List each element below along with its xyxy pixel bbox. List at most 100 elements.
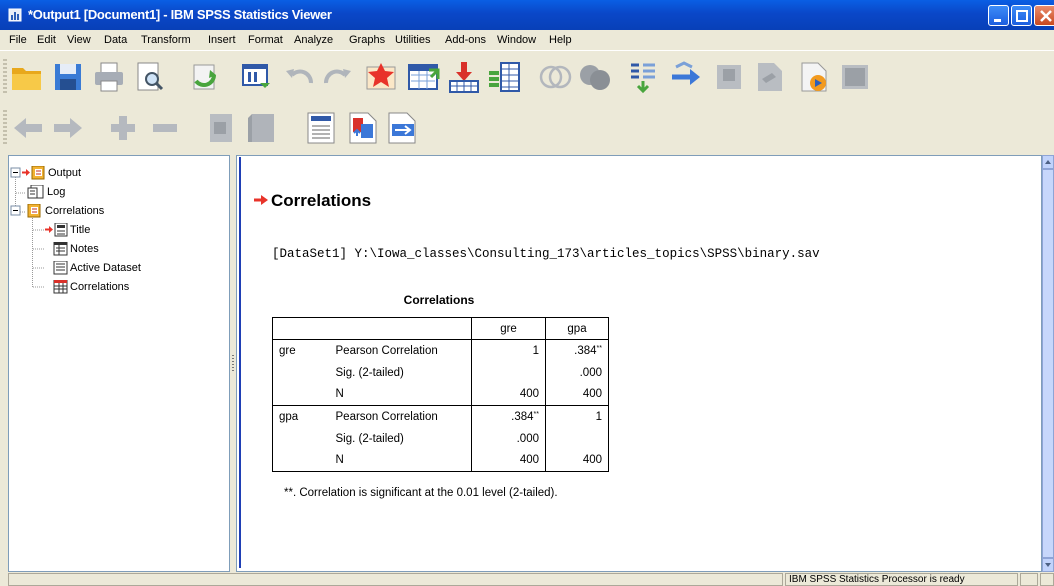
maximize-button[interactable] [1011, 5, 1032, 26]
table-cell [545, 427, 609, 450]
expand-icon [111, 116, 135, 140]
menu-utilities[interactable]: Utilities [395, 34, 430, 46]
correlations-table[interactable]: gre gpa gre Pearson Correlation 1 .384**… [272, 317, 609, 472]
select-last-output-icon [631, 63, 655, 94]
row-variable [273, 384, 330, 406]
log-icon [27, 185, 44, 199]
create-text-icon [758, 63, 782, 91]
table-row: N 400 400 [273, 383, 609, 406]
undo-button[interactable] [281, 59, 317, 95]
significance-marker: ** [533, 410, 539, 418]
insert-heading-button[interactable] [303, 110, 339, 146]
goto-data-icon [366, 63, 396, 90]
menu-transform[interactable]: Transform [141, 34, 191, 46]
open-folder-icon [12, 68, 41, 90]
menu-file[interactable]: File [9, 34, 27, 46]
tree-label-log: Log [47, 186, 66, 198]
expand-collapse-and-book-icon [10, 166, 45, 180]
show-all-variables-button[interactable] [577, 59, 613, 95]
collapse-button[interactable] [147, 110, 183, 146]
app-icon [8, 8, 22, 22]
row-statistic: N [335, 388, 344, 401]
expand-button[interactable] [105, 110, 141, 146]
show-all-variables-icon [580, 65, 610, 90]
tree-label-notes: Notes [70, 243, 99, 255]
menu-bar: File Edit View Data Transform Insert For… [0, 30, 1054, 50]
output-content-pane[interactable]: Correlations [DataSet1] Y:\Iowa_classes\… [236, 155, 1042, 572]
table-header-row: gre gpa [272, 317, 609, 340]
status-message-area [8, 573, 783, 586]
show-icon [210, 114, 232, 142]
table-row: gre Pearson Correlation 1 .384** [272, 339, 609, 362]
print-preview-button[interactable] [132, 59, 168, 95]
print-button[interactable] [91, 59, 127, 95]
goto-case-button[interactable] [405, 59, 441, 95]
row-statistic: Pearson Correlation [329, 405, 472, 428]
status-bar: IBM SPSS Statistics Processor is ready [0, 572, 1054, 586]
demote-button[interactable] [50, 110, 86, 146]
hide-icon [248, 114, 274, 142]
menu-format[interactable]: Format [248, 34, 283, 46]
scroll-down-button[interactable] [1042, 558, 1054, 572]
designate-window-button[interactable] [668, 59, 704, 95]
create-title-icon [717, 65, 741, 89]
export-icon [193, 64, 216, 90]
variables-button[interactable] [487, 59, 523, 95]
script-button[interactable] [837, 59, 873, 95]
dialog-recall-button[interactable] [238, 59, 274, 95]
minimize-button[interactable] [988, 5, 1009, 26]
menu-view[interactable]: View [67, 34, 91, 46]
active-dataset-icon [53, 261, 68, 275]
create-title-button[interactable] [711, 59, 747, 95]
cell-value: .384 [511, 410, 534, 423]
create-text-button[interactable] [752, 59, 788, 95]
menu-window[interactable]: Window [497, 34, 536, 46]
table-row: Sig. (2-tailed) .000 [273, 361, 609, 384]
vertical-scrollbar[interactable] [1042, 155, 1054, 572]
menu-data[interactable]: Data [104, 34, 127, 46]
current-item-arrow-icon [254, 195, 268, 205]
menu-graphs[interactable]: Graphs [349, 34, 385, 46]
outline-pane[interactable]: Output Log Correlations Title Notes Acti… [8, 155, 230, 572]
table-cell: .384** [545, 339, 609, 362]
open-folder-button[interactable] [9, 59, 45, 95]
export-button[interactable] [186, 59, 222, 95]
menu-edit[interactable]: Edit [37, 34, 56, 46]
menu-help[interactable]: Help [549, 34, 572, 46]
insert-text-button[interactable] [384, 110, 420, 146]
table-footnote: **. Correlation is significant at the 0.… [284, 487, 558, 499]
row-statistic: Sig. (2-tailed) [335, 366, 404, 379]
use-sets-button[interactable] [537, 59, 573, 95]
menu-insert[interactable]: Insert [208, 34, 236, 46]
dialog-recall-icon [242, 64, 270, 88]
goto-data-button[interactable] [363, 59, 399, 95]
toolbar-grip[interactable] [3, 110, 7, 146]
print-icon [95, 62, 123, 92]
insert-title-icon [349, 112, 377, 144]
insert-title-button[interactable] [345, 110, 381, 146]
save-button[interactable] [50, 59, 86, 95]
designate-window-icon [672, 61, 700, 85]
scroll-up-button[interactable] [1042, 155, 1054, 169]
hide-button[interactable] [244, 110, 280, 146]
table-title: Correlations [403, 293, 475, 307]
goto-variable-button[interactable] [446, 59, 482, 95]
goto-variable-icon [449, 62, 479, 93]
promote-button[interactable] [10, 110, 46, 146]
select-last-output-button[interactable] [625, 59, 661, 95]
row-statistic: Sig. (2-tailed) [335, 432, 404, 445]
show-button[interactable] [202, 110, 238, 146]
significance-marker: ** [596, 344, 602, 352]
column-header: gre [471, 317, 546, 340]
title-icon [45, 223, 68, 237]
tree-label-output: Output [48, 167, 82, 179]
insert-output-button[interactable] [796, 59, 832, 95]
status-panel [1040, 573, 1054, 586]
table-cell: .000 [471, 427, 546, 450]
menu-add-ons[interactable]: Add-ons [445, 34, 486, 46]
menu-analyze[interactable]: Analyze [294, 34, 333, 46]
toolbar-grip[interactable] [3, 59, 7, 95]
scroll-thumb[interactable] [1042, 169, 1054, 558]
redo-button[interactable] [320, 59, 356, 95]
close-button[interactable] [1034, 5, 1054, 26]
